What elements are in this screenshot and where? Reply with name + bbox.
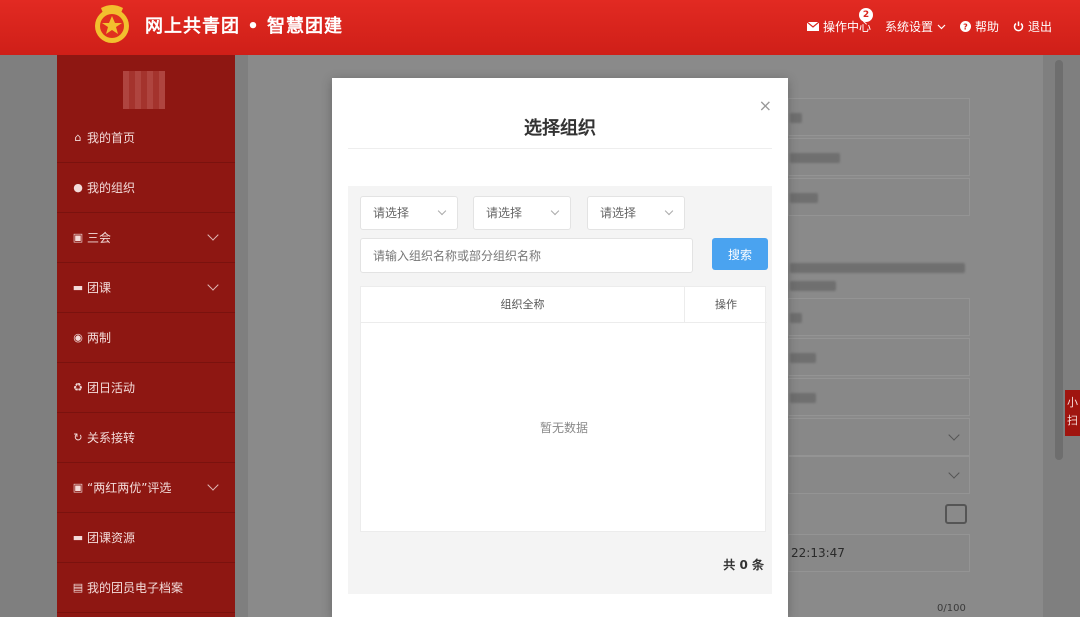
svg-text:?: ? [963, 23, 968, 32]
blurred-text [790, 263, 965, 273]
sidebar-item-label: 团日活动 [87, 381, 136, 395]
header-nav: 操作中心 2 系统设置 ? 帮助 退出 [806, 8, 1052, 35]
chevron-down-icon [937, 24, 946, 29]
help-label: 帮助 [974, 20, 999, 34]
sidebar-item-tuanri[interactable]: ♻ 团日活动 [57, 363, 235, 413]
close-icon[interactable]: × [759, 96, 772, 115]
chevron-down-icon [207, 229, 219, 241]
blurred-text [790, 353, 816, 363]
floating-side-tab[interactable]: 小扫 [1065, 390, 1080, 436]
org-level-select-1[interactable]: 请选择 [360, 196, 458, 230]
recycle-icon: ♻ [73, 381, 83, 394]
file-icon: ▤ [72, 581, 84, 594]
edit-icon: ▣ [72, 231, 84, 244]
chevron-down-icon [437, 206, 447, 216]
sidebar-item-liangzhi[interactable]: ◉ 两制 [57, 313, 235, 363]
sidebar: ⌂ 我的首页 ● 我的组织 ▣ 三会 ▬ 团课 ◉ 两制 ♻ 团日活动 ↻ 关系… [57, 55, 235, 617]
chevron-down-icon [207, 279, 219, 291]
sidebar-item-transfer[interactable]: ↻ 关系接转 [57, 413, 235, 463]
modal-body: 请选择 请选择 请选择 搜索 组织全称 操作 暂无数据 共 0 条 [348, 186, 772, 594]
sidebar-item-label: 团课资源 [87, 531, 136, 545]
sidebar-item-my-org[interactable]: ● 我的组织 [57, 163, 235, 213]
circle-dot-icon: ◉ [73, 331, 83, 344]
chevron-down-icon [207, 479, 219, 491]
background-timestamp: 22:13:47 [791, 546, 845, 560]
edit-icon: ▣ [72, 481, 84, 494]
background-field [788, 98, 970, 136]
home-icon: ⌂ [74, 131, 82, 144]
select-value: 请选择 [373, 206, 410, 220]
background-field [788, 298, 970, 336]
org-level-select-3[interactable]: 请选择 [587, 196, 685, 230]
select-org-modal: 选择组织 × 请选择 请选择 请选择 搜索 组织全称 操作 暂无数据 共 0 条 [332, 78, 788, 617]
page-scrollbar[interactable] [1055, 60, 1063, 460]
power-icon [1013, 21, 1024, 32]
column-header-action: 操作 [715, 298, 737, 311]
column-header-org-name: 组织全称 [361, 287, 685, 323]
avatar [123, 71, 165, 109]
modal-divider [348, 148, 772, 149]
sidebar-item-home[interactable]: ⌂ 我的首页 [57, 113, 235, 163]
select-value: 请选择 [600, 206, 637, 220]
sidebar-item-label: 三会 [87, 231, 112, 245]
edit-icon [945, 504, 967, 524]
system-settings-menu[interactable]: 系统设置 [885, 18, 946, 35]
help-icon: ? [959, 21, 971, 32]
notification-badge: 2 [858, 8, 873, 22]
sidebar-item-member-archive[interactable]: ▤ 我的团员电子档案 [57, 563, 235, 613]
sidebar-item-label: 我的首页 [87, 131, 136, 145]
background-char-count: 0/100 [937, 603, 966, 614]
sidebar-item-sanhui[interactable]: ▣ 三会 [57, 213, 235, 263]
background-select [788, 418, 970, 456]
empty-state: 暂无数据 [539, 421, 588, 435]
org-level-select-2[interactable]: 请选择 [473, 196, 571, 230]
org-table: 组织全称 操作 暂无数据 [360, 286, 767, 532]
sidebar-item-label: 我的团员电子档案 [87, 581, 184, 595]
blurred-text [790, 393, 816, 403]
org-search-input[interactable] [360, 238, 693, 273]
sidebar-item-selection[interactable]: ▣ “两红两优”评选 [57, 463, 235, 513]
folder-icon: ▬ [72, 281, 84, 294]
logout-link[interactable]: 退出 [1013, 18, 1052, 35]
top-header: 网上共青团 • 智慧团建 操作中心 2 系统设置 ? 帮助 退出 [0, 0, 1080, 55]
sidebar-item-course-resources[interactable]: ▬ 团课资源 [57, 513, 235, 563]
operation-center-link[interactable]: 操作中心 2 [806, 8, 873, 35]
blurred-text [790, 193, 818, 203]
total-count: 共 0 条 [723, 558, 764, 572]
blurred-text [790, 281, 836, 291]
sidebar-item-tuanke[interactable]: ▬ 团课 [57, 263, 235, 313]
help-link[interactable]: ? 帮助 [959, 18, 999, 35]
modal-title: 选择组织 [524, 118, 596, 139]
sidebar-item-label: 两制 [87, 331, 112, 345]
sidebar-item-label: 关系接转 [87, 431, 136, 445]
sidebar-item-label: 我的组织 [87, 181, 136, 195]
users-icon: ● [73, 181, 83, 194]
background-select [788, 456, 970, 494]
sidebar-item-label: “两红两优”评选 [87, 481, 172, 495]
chevron-down-icon [550, 206, 560, 216]
search-button[interactable]: 搜索 [712, 238, 768, 270]
select-value: 请选择 [486, 206, 523, 220]
blurred-text [790, 313, 802, 323]
chevron-down-icon [664, 206, 674, 216]
league-logo-icon [95, 5, 129, 43]
envelope-icon [806, 22, 819, 31]
logout-label: 退出 [1027, 20, 1052, 34]
blurred-text [790, 113, 802, 123]
system-settings-label: 系统设置 [884, 20, 933, 34]
blurred-text [790, 153, 840, 163]
refresh-icon: ↻ [73, 431, 83, 444]
sidebar-item-label: 团课 [87, 281, 112, 295]
table-header: 组织全称 操作 [361, 287, 767, 323]
folder-icon: ▬ [72, 531, 84, 544]
brand-title: 网上共青团 • 智慧团建 [145, 16, 344, 37]
